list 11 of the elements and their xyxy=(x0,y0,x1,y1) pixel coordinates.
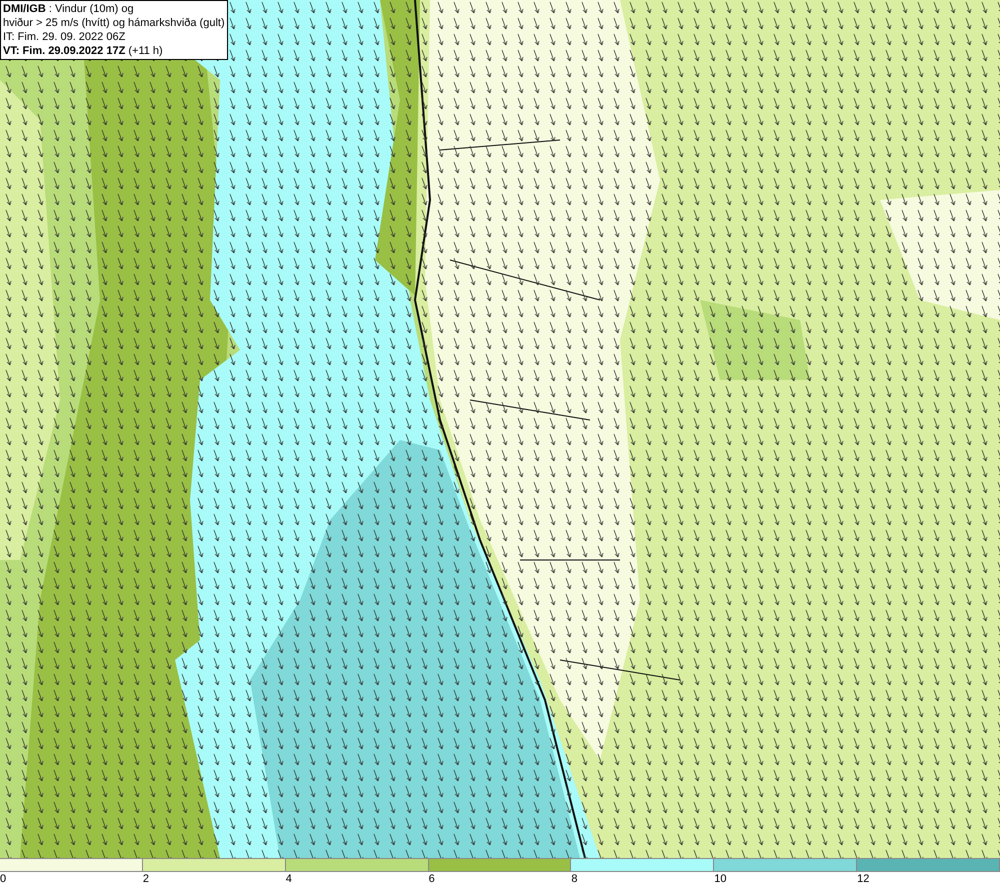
legend-label: 12 xyxy=(857,872,870,887)
caption-line: IT: Fim. 29. 09. 2022 06Z xyxy=(3,30,126,44)
caption-line: hviður > 25 m/s (hvítt) og hámarkshviða (gult) xyxy=(3,16,225,30)
legend-label: 8 xyxy=(571,872,578,887)
legend-label: 4 xyxy=(286,872,292,887)
legend-label: 10 xyxy=(714,872,727,887)
legend-label: 2 xyxy=(142,872,149,887)
legend-label: 6 xyxy=(428,872,435,887)
caption-line: VT: Fim. 29.09.2022 17Z (+11 h) xyxy=(3,44,164,58)
legend-label: 0 xyxy=(0,872,6,887)
caption-line: DMI/IGB : Vindur (10m) og xyxy=(3,2,135,16)
